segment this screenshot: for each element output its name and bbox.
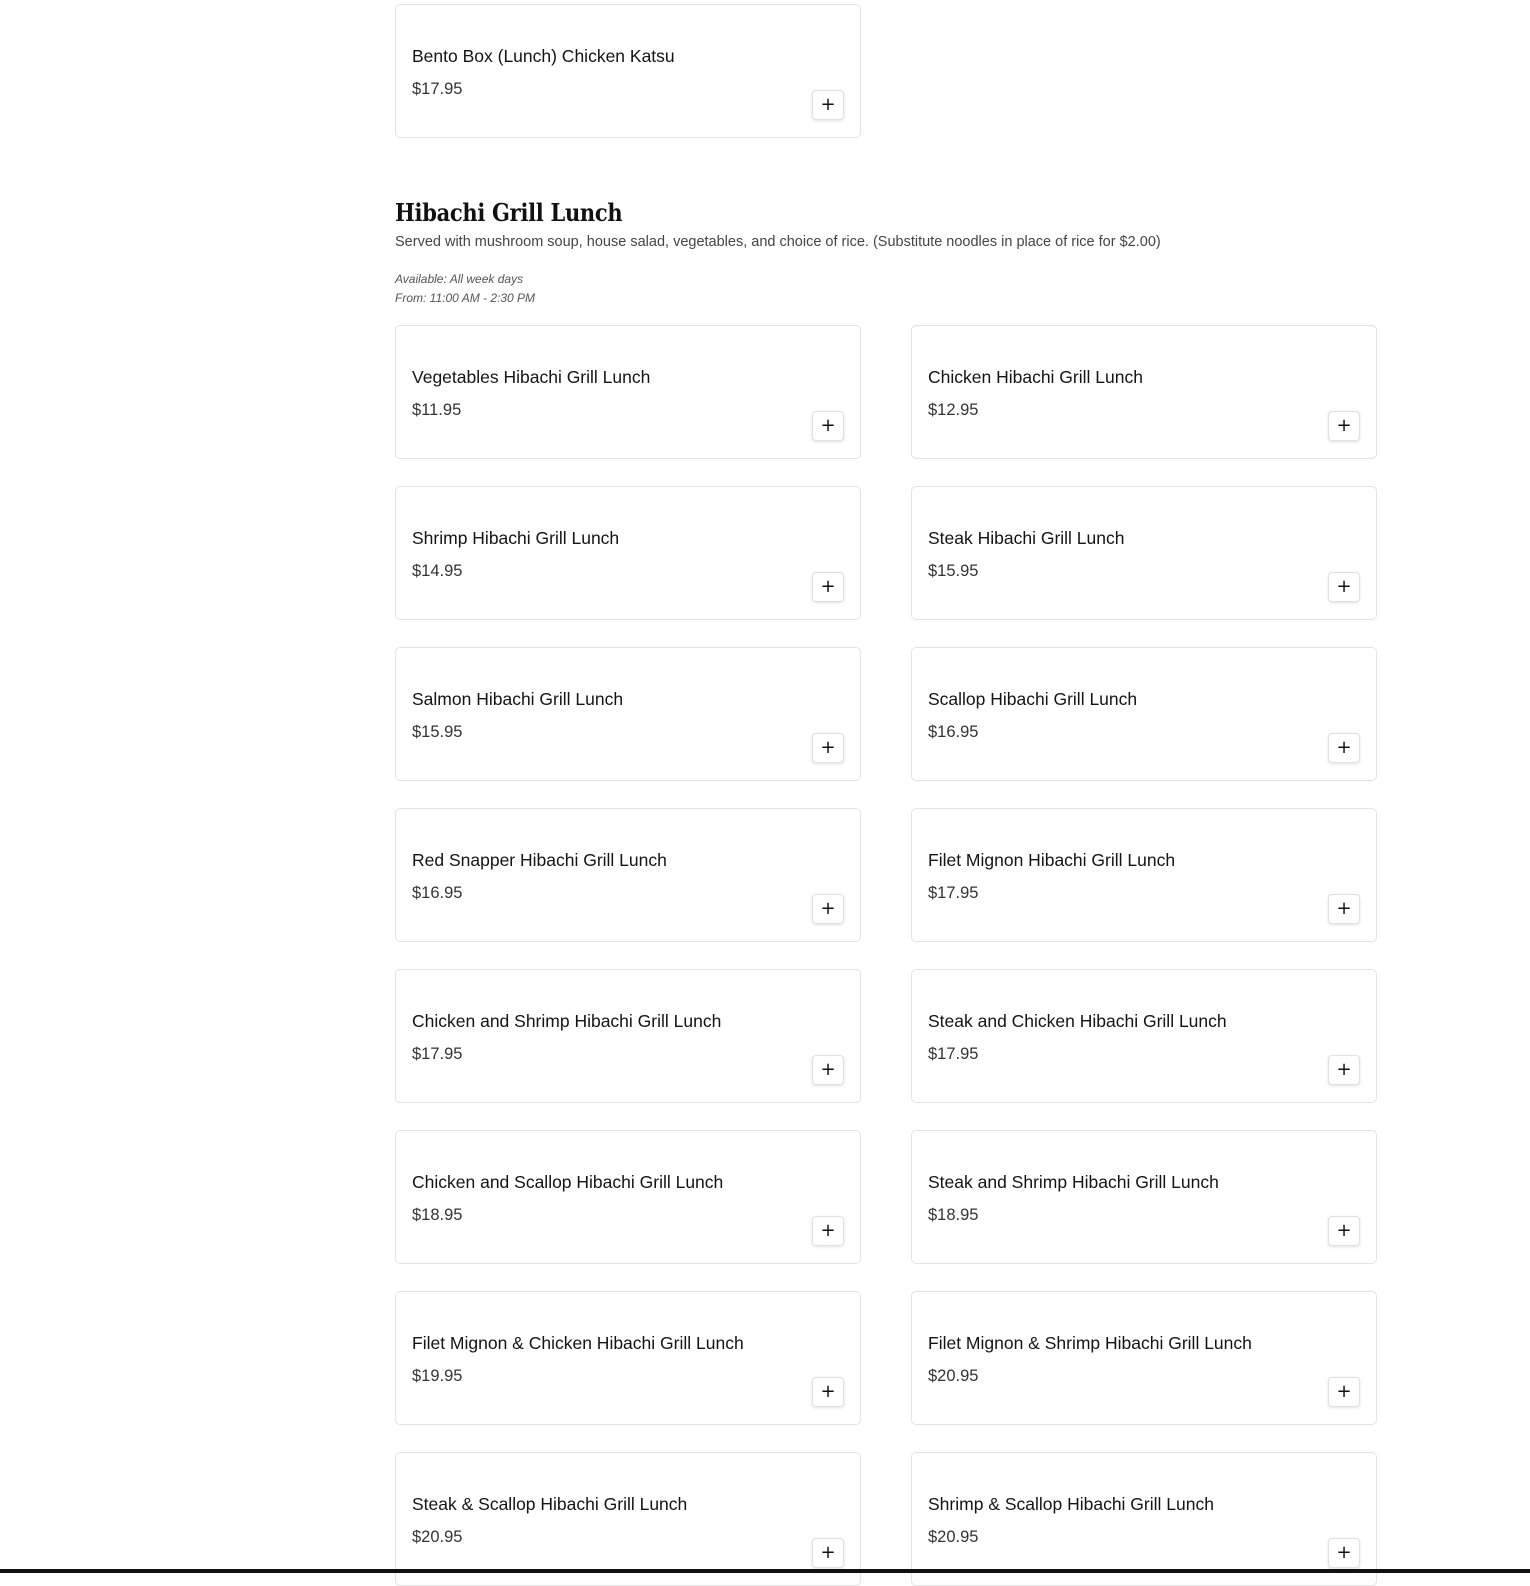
menu-item-card[interactable]: Steak Hibachi Grill Lunch $15.95 + (911, 486, 1377, 620)
add-item-button[interactable]: + (1328, 572, 1360, 602)
add-item-button[interactable]: + (812, 1377, 844, 1407)
item-name: Filet Mignon & Shrimp Hibachi Grill Lunc… (928, 1333, 1252, 1353)
section-description: Served with mushroom soup, house salad, … (395, 234, 1161, 250)
item-price: $20.95 (412, 1528, 463, 1546)
add-item-button[interactable]: + (812, 1216, 844, 1246)
item-price: $20.95 (928, 1528, 979, 1546)
item-price: $17.95 (928, 1045, 979, 1063)
add-item-button[interactable]: + (1328, 1538, 1360, 1568)
menu-item-card[interactable]: Steak and Shrimp Hibachi Grill Lunch $18… (911, 1130, 1377, 1264)
item-price: $15.95 (928, 562, 979, 580)
menu-item-card[interactable]: Shrimp Hibachi Grill Lunch $14.95 + (395, 486, 861, 620)
item-price: $18.95 (928, 1206, 979, 1224)
section-title: Hibachi Grill Lunch (395, 198, 623, 227)
add-item-button[interactable]: + (1328, 411, 1360, 441)
menu-item-card[interactable]: Filet Mignon Hibachi Grill Lunch $17.95 … (911, 808, 1377, 942)
menu-item-card[interactable]: Shrimp & Scallop Hibachi Grill Lunch $20… (911, 1452, 1377, 1586)
item-name: Filet Mignon & Chicken Hibachi Grill Lun… (412, 1333, 744, 1353)
item-name: Scallop Hibachi Grill Lunch (928, 689, 1138, 709)
menu-item-card[interactable]: Bento Box (Lunch) Chicken Katsu $17.95 + (395, 4, 861, 138)
add-item-button[interactable]: + (812, 90, 844, 120)
bottom-divider (0, 1569, 1530, 1573)
item-name: Steak & Scallop Hibachi Grill Lunch (412, 1494, 688, 1514)
item-name: Steak and Chicken Hibachi Grill Lunch (928, 1011, 1227, 1031)
menu-item-card[interactable]: Chicken Hibachi Grill Lunch $12.95 + (911, 325, 1377, 459)
item-name: Chicken and Scallop Hibachi Grill Lunch (412, 1172, 724, 1192)
item-price: $11.95 (412, 401, 462, 419)
item-price: $15.95 (412, 723, 463, 741)
add-item-button[interactable]: + (812, 1055, 844, 1085)
item-price: $12.95 (928, 401, 979, 419)
item-price: $14.95 (412, 562, 463, 580)
item-price: $16.95 (412, 884, 463, 902)
item-name: Chicken Hibachi Grill Lunch (928, 367, 1143, 387)
menu-item-card[interactable]: Chicken and Scallop Hibachi Grill Lunch … (395, 1130, 861, 1264)
add-item-button[interactable]: + (1328, 1055, 1360, 1085)
item-price: $16.95 (928, 723, 979, 741)
menu-item-card[interactable]: Chicken and Shrimp Hibachi Grill Lunch $… (395, 969, 861, 1103)
add-item-button[interactable]: + (812, 733, 844, 763)
item-price: $20.95 (928, 1367, 979, 1385)
menu-item-card[interactable]: Steak and Chicken Hibachi Grill Lunch $1… (911, 969, 1377, 1103)
add-item-button[interactable]: + (1328, 733, 1360, 763)
item-name: Steak and Shrimp Hibachi Grill Lunch (928, 1172, 1219, 1192)
item-name: Steak Hibachi Grill Lunch (928, 528, 1125, 548)
item-price: $17.95 (412, 80, 463, 98)
item-price: $18.95 (412, 1206, 463, 1224)
menu-item-card[interactable]: Filet Mignon & Chicken Hibachi Grill Lun… (395, 1291, 861, 1425)
item-price: $17.95 (928, 884, 979, 902)
item-name: Salmon Hibachi Grill Lunch (412, 689, 624, 709)
menu-item-card[interactable]: Vegetables Hibachi Grill Lunch $11.95 + (395, 325, 861, 459)
item-name: Shrimp Hibachi Grill Lunch (412, 528, 620, 548)
add-item-button[interactable]: + (1328, 894, 1360, 924)
add-item-button[interactable]: + (812, 894, 844, 924)
menu-item-card[interactable]: Scallop Hibachi Grill Lunch $16.95 + (911, 647, 1377, 781)
item-name: Red Snapper Hibachi Grill Lunch (412, 850, 667, 870)
add-item-button[interactable]: + (1328, 1216, 1360, 1246)
add-item-button[interactable]: + (812, 1538, 844, 1568)
item-price: $19.95 (412, 1367, 463, 1385)
add-item-button[interactable]: + (812, 411, 844, 441)
menu-item-card[interactable]: Steak & Scallop Hibachi Grill Lunch $20.… (395, 1452, 861, 1586)
menu-item-card[interactable]: Filet Mignon & Shrimp Hibachi Grill Lunc… (911, 1291, 1377, 1425)
add-item-button[interactable]: + (812, 572, 844, 602)
availability-days: Available: All week days (395, 272, 524, 286)
availability-hours: From: 11:00 AM - 2:30 PM (395, 291, 536, 305)
menu-item-card[interactable]: Salmon Hibachi Grill Lunch $15.95 + (395, 647, 861, 781)
menu-item-card[interactable]: Red Snapper Hibachi Grill Lunch $16.95 + (395, 808, 861, 942)
item-name: Filet Mignon Hibachi Grill Lunch (928, 850, 1176, 870)
item-name: Vegetables Hibachi Grill Lunch (412, 367, 651, 387)
item-name: Bento Box (Lunch) Chicken Katsu (412, 46, 675, 66)
item-name: Shrimp & Scallop Hibachi Grill Lunch (928, 1494, 1214, 1514)
item-price: $17.95 (412, 1045, 463, 1063)
add-item-button[interactable]: + (1328, 1377, 1360, 1407)
item-name: Chicken and Shrimp Hibachi Grill Lunch (412, 1011, 722, 1031)
